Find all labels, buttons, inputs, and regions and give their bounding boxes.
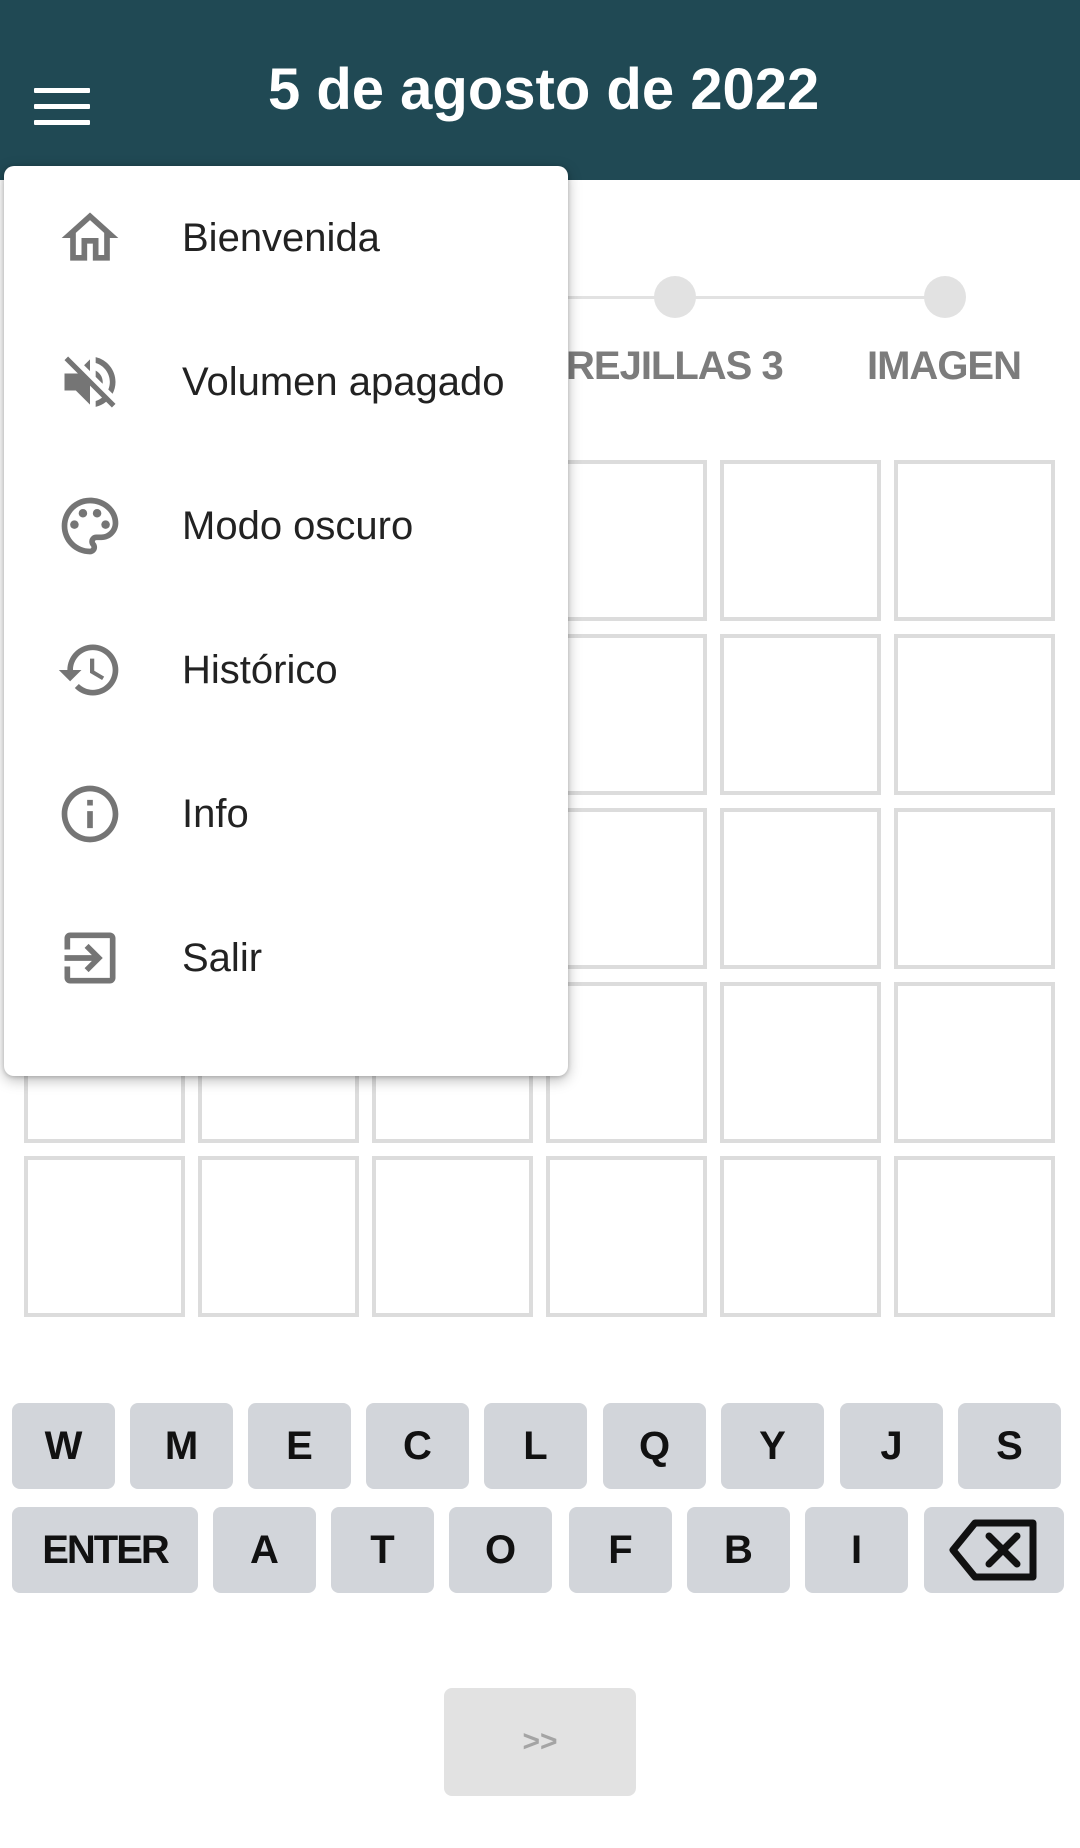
key-button[interactable]: O [449,1507,552,1593]
step-label-rejillas: REJILLAS 3 [566,344,784,388]
grid-cell [198,1156,359,1317]
step-dot-rejillas [654,276,696,318]
key-button[interactable]: A [213,1507,316,1593]
key-button[interactable]: J [840,1403,943,1489]
grid-cell [546,808,707,969]
grid-cell [24,1156,185,1317]
next-button[interactable]: >> [444,1688,636,1796]
grid-cell [546,460,707,621]
key-button[interactable]: S [958,1403,1061,1489]
grid-cell [894,982,1055,1143]
history-icon [58,644,119,696]
grid-cell [546,634,707,795]
key-button[interactable]: W [12,1403,115,1489]
grid-cell [372,1156,533,1317]
menu-item-volumen[interactable]: Volumen apagado [4,310,568,454]
grid-cell [720,982,881,1143]
key-button[interactable]: I [805,1507,908,1593]
grid-cell [720,460,881,621]
app-screen: 5 de agosto de 2022 REJILLAS 3 IMAGEN WM… [0,0,1080,1848]
menu-label-historico: Histórico [182,648,338,692]
key-button[interactable]: M [130,1403,233,1489]
page-title: 5 de agosto de 2022 [268,57,820,122]
menu-label-salir: Salir [182,936,263,980]
app-header: 5 de agosto de 2022 [0,0,1080,180]
key-button[interactable]: E [248,1403,351,1489]
backspace-icon [949,1519,1037,1581]
step-label-imagen: IMAGEN [867,344,1022,388]
key-button[interactable]: Y [721,1403,824,1489]
grid-cell [894,1156,1055,1317]
key-button[interactable]: C [366,1403,469,1489]
menu-item-historico[interactable]: Histórico [4,598,568,742]
grid-cell [720,634,881,795]
grid-cell [546,1156,707,1317]
info-icon [61,785,119,843]
grid-cell [720,808,881,969]
grid-cell [546,982,707,1143]
key-button[interactable]: F [569,1507,672,1593]
stepper-line [560,296,930,299]
grid-cell [894,634,1055,795]
menu-item-salir[interactable]: Salir [4,886,568,1030]
key-button[interactable]: L [484,1403,587,1489]
menu-label-volumen: Volumen apagado [182,360,505,404]
hamburger-menu-icon[interactable] [34,88,90,126]
grid-cell [894,460,1055,621]
menu-item-info[interactable]: Info [4,742,568,886]
menu-item-bienvenida[interactable]: Bienvenida [4,166,568,310]
enter-key[interactable]: ENTER [12,1507,198,1593]
key-button[interactable]: T [331,1507,434,1593]
palette-icon [61,497,119,555]
menu-label-info: Info [182,792,249,836]
menu-label-bienvenida: Bienvenida [182,216,380,260]
volume-off-icon [64,356,116,408]
key-button[interactable]: Q [603,1403,706,1489]
step-dot-imagen [924,276,966,318]
menu-item-modo-oscuro[interactable]: Modo oscuro [4,454,568,598]
navigation-menu: Bienvenida Volumen apagado Modo oscuro H… [4,166,568,1076]
grid-cell [720,1156,881,1317]
logout-icon [64,932,116,984]
key-button[interactable]: B [687,1507,790,1593]
grid-cell [894,808,1055,969]
backspace-key[interactable] [924,1507,1064,1593]
home-icon [61,212,119,261]
menu-label-modo-oscuro: Modo oscuro [182,504,414,548]
